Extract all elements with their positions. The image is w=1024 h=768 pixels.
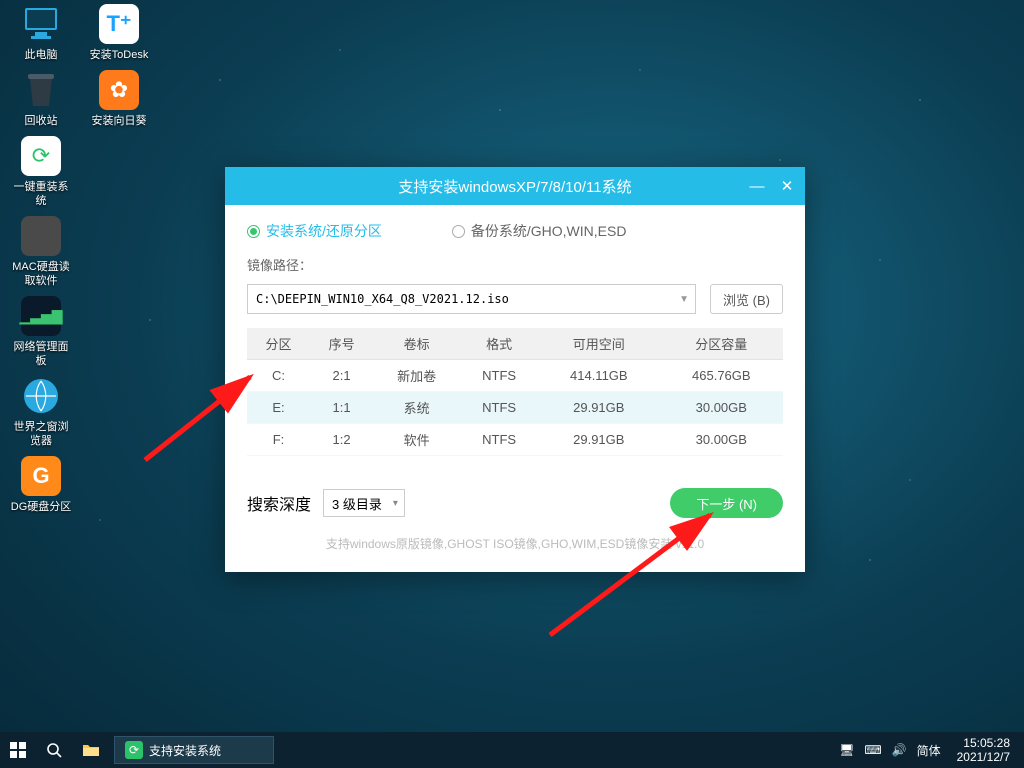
browse-button[interactable]: 浏览 (B) [710, 284, 783, 314]
col-header[interactable]: 可用空间 [538, 328, 660, 360]
col-header[interactable]: 序号 [310, 328, 373, 360]
desktop-icon-netpanel[interactable]: ▁▃▅▇网络管理面板 [10, 296, 72, 368]
installer-window: 支持安装windowsXP/7/8/10/11系统 — ✕ 安装系统/还原分区 … [225, 167, 805, 572]
tray-ime-indicator[interactable]: 简体 [917, 742, 941, 759]
radio-dot-icon [247, 225, 260, 238]
desktop-icon-reinstall[interactable]: ⟳一键重装系统 [10, 136, 72, 208]
tray-keyboard-icon[interactable]: ⌨ [864, 743, 881, 757]
partition-row[interactable]: F:1:2软件NTFS29.91GB30.00GB [247, 424, 783, 456]
taskbar-search-button[interactable] [36, 732, 72, 768]
col-header[interactable]: 卷标 [373, 328, 460, 360]
image-path-label: 镜像路径： [247, 255, 783, 274]
desktop: 此电脑 T⁺安装ToDesk 回收站 ✿安装向日葵 ⟳一键重装系统 MAC硬盘读取软件 ▁▃… [0, 0, 1024, 768]
close-button[interactable]: ✕ [775, 174, 799, 198]
radio-backup[interactable]: 备份系统/GHO,WIN,ESD [452, 221, 627, 241]
col-header[interactable]: 分区 [247, 328, 310, 360]
partition-table: 分区序号卷标格式可用空间分区容量 C:2:1新加卷NTFS414.11GB465… [247, 328, 783, 456]
chevron-down-icon[interactable]: ▼ [679, 294, 689, 305]
format-hint: 支持windows原版镜像,GHOST ISO镜像,GHO,WIM,ESD镜像安… [225, 535, 805, 552]
search-icon [46, 742, 62, 758]
desktop-icons: 此电脑 T⁺安装ToDesk 回收站 ✿安装向日葵 ⟳一键重装系统 MAC硬盘读取软件 ▁▃… [10, 4, 150, 514]
system-tray: 🖥 ⌨ 🔊 简体 15:05:28 2021/12/7 [839, 736, 1024, 764]
image-path-input[interactable] [256, 292, 687, 306]
desktop-icon-dgpart[interactable]: GDG硬盘分区 [10, 456, 72, 514]
partition-row[interactable]: E:1:1系统NTFS29.91GB30.00GB [247, 392, 783, 424]
taskbar-explorer-button[interactable] [72, 732, 110, 768]
desktop-icon-macdisk[interactable]: MAC硬盘读取软件 [10, 216, 72, 288]
folder-icon [82, 742, 100, 758]
col-header[interactable]: 分区容量 [660, 328, 783, 360]
search-depth-select[interactable]: 3 级目录 [323, 489, 405, 517]
desktop-icon-pc[interactable]: 此电脑 [10, 4, 72, 62]
start-button[interactable] [0, 732, 36, 768]
next-button[interactable]: 下一步 (N) [670, 488, 783, 518]
window-title: 支持安装windowsXP/7/8/10/11系统 [398, 176, 631, 197]
tray-monitor-icon[interactable]: 🖥 [839, 743, 854, 757]
radio-install-restore[interactable]: 安装系统/还原分区 [247, 221, 382, 241]
tray-volume-icon[interactable]: 🔊 [892, 743, 907, 757]
desktop-icon-todesk[interactable]: T⁺安装ToDesk [88, 4, 150, 62]
desktop-icon-sunflower[interactable]: ✿安装向日葵 [88, 70, 150, 128]
col-header[interactable]: 格式 [460, 328, 538, 360]
search-depth-label: 搜索深度 [247, 491, 311, 515]
app-icon: ⟳ [125, 741, 143, 759]
image-path-combo[interactable]: ▼ [247, 284, 696, 314]
taskbar-app-installer[interactable]: ⟳ 支持安装系统 [114, 736, 274, 764]
windows-logo-icon [10, 742, 26, 758]
radio-dot-icon [452, 225, 465, 238]
desktop-icon-browser[interactable]: 世界之窗浏览器 [10, 376, 72, 448]
partition-row[interactable]: C:2:1新加卷NTFS414.11GB465.76GB [247, 360, 783, 392]
desktop-icon-trash[interactable]: 回收站 [10, 70, 72, 128]
taskbar: ⟳ 支持安装系统 🖥 ⌨ 🔊 简体 15:05:28 2021/12/7 [0, 732, 1024, 768]
titlebar[interactable]: 支持安装windowsXP/7/8/10/11系统 — ✕ [225, 167, 805, 205]
minimize-button[interactable]: — [745, 174, 769, 198]
tray-clock[interactable]: 15:05:28 2021/12/7 [951, 736, 1016, 764]
